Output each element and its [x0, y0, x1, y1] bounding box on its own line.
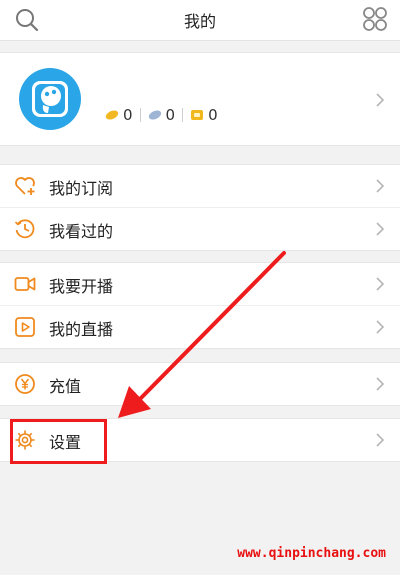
watermark-text: www.qinpinchang.com	[237, 546, 386, 561]
menu-item-label: 我看过的	[49, 222, 114, 241]
menu-group-recharge: 充值	[0, 362, 400, 406]
gold-bean-stat: 0	[105, 106, 133, 124]
menu-item-my-live[interactable]: 我的直播	[0, 305, 400, 348]
video-camera-icon	[14, 277, 36, 291]
silver-bean-icon	[148, 110, 161, 120]
menu-item-label: 我的直播	[49, 320, 114, 339]
heart-plus-icon	[15, 177, 35, 195]
coupon-icon	[191, 110, 204, 120]
settings-highlight-box	[10, 419, 107, 464]
stat-divider	[139, 108, 141, 122]
menu-item-start-broadcast[interactable]: 我要开播	[0, 263, 400, 305]
page-title: 我的	[183, 12, 216, 31]
chevron-right-icon	[376, 179, 385, 193]
silver-bean-count: 0	[165, 106, 176, 124]
menu-group-content: 我的订阅 我看过的	[0, 164, 400, 251]
stat-divider	[182, 108, 184, 122]
menu-item-label: 我要开播	[49, 277, 114, 296]
menu-item-history[interactable]: 我看过的	[0, 207, 400, 250]
top-bar: 我的	[0, 0, 400, 41]
chevron-right-icon	[376, 433, 385, 447]
yen-circle-icon	[15, 374, 35, 394]
chevron-right-icon	[376, 277, 385, 291]
grid-menu-icon[interactable]	[362, 6, 388, 32]
profile-card[interactable]: 0 0 0	[0, 52, 400, 146]
menu-group-live: 我要开播 我的直播	[0, 262, 400, 349]
coupon-stat: 0	[190, 106, 218, 124]
gold-bean-icon	[105, 110, 119, 120]
menu-item-subscriptions[interactable]: 我的订阅	[0, 165, 400, 207]
play-box-icon	[15, 317, 35, 337]
chevron-right-icon	[376, 222, 385, 236]
gold-bean-count: 0	[123, 106, 133, 124]
clock-icon	[14, 219, 35, 239]
chevron-right-icon	[376, 320, 385, 334]
menu-item-recharge[interactable]: 充值	[0, 363, 400, 405]
profile-stats: 0 0 0	[105, 105, 218, 125]
menu-item-label: 充值	[49, 377, 82, 396]
coupon-count: 0	[208, 106, 218, 124]
avatar-icon[interactable]	[18, 67, 82, 131]
chevron-right-icon	[376, 93, 385, 107]
chevron-right-icon	[376, 377, 385, 391]
silver-bean-stat: 0	[148, 106, 176, 124]
menu-item-label: 我的订阅	[49, 179, 114, 198]
